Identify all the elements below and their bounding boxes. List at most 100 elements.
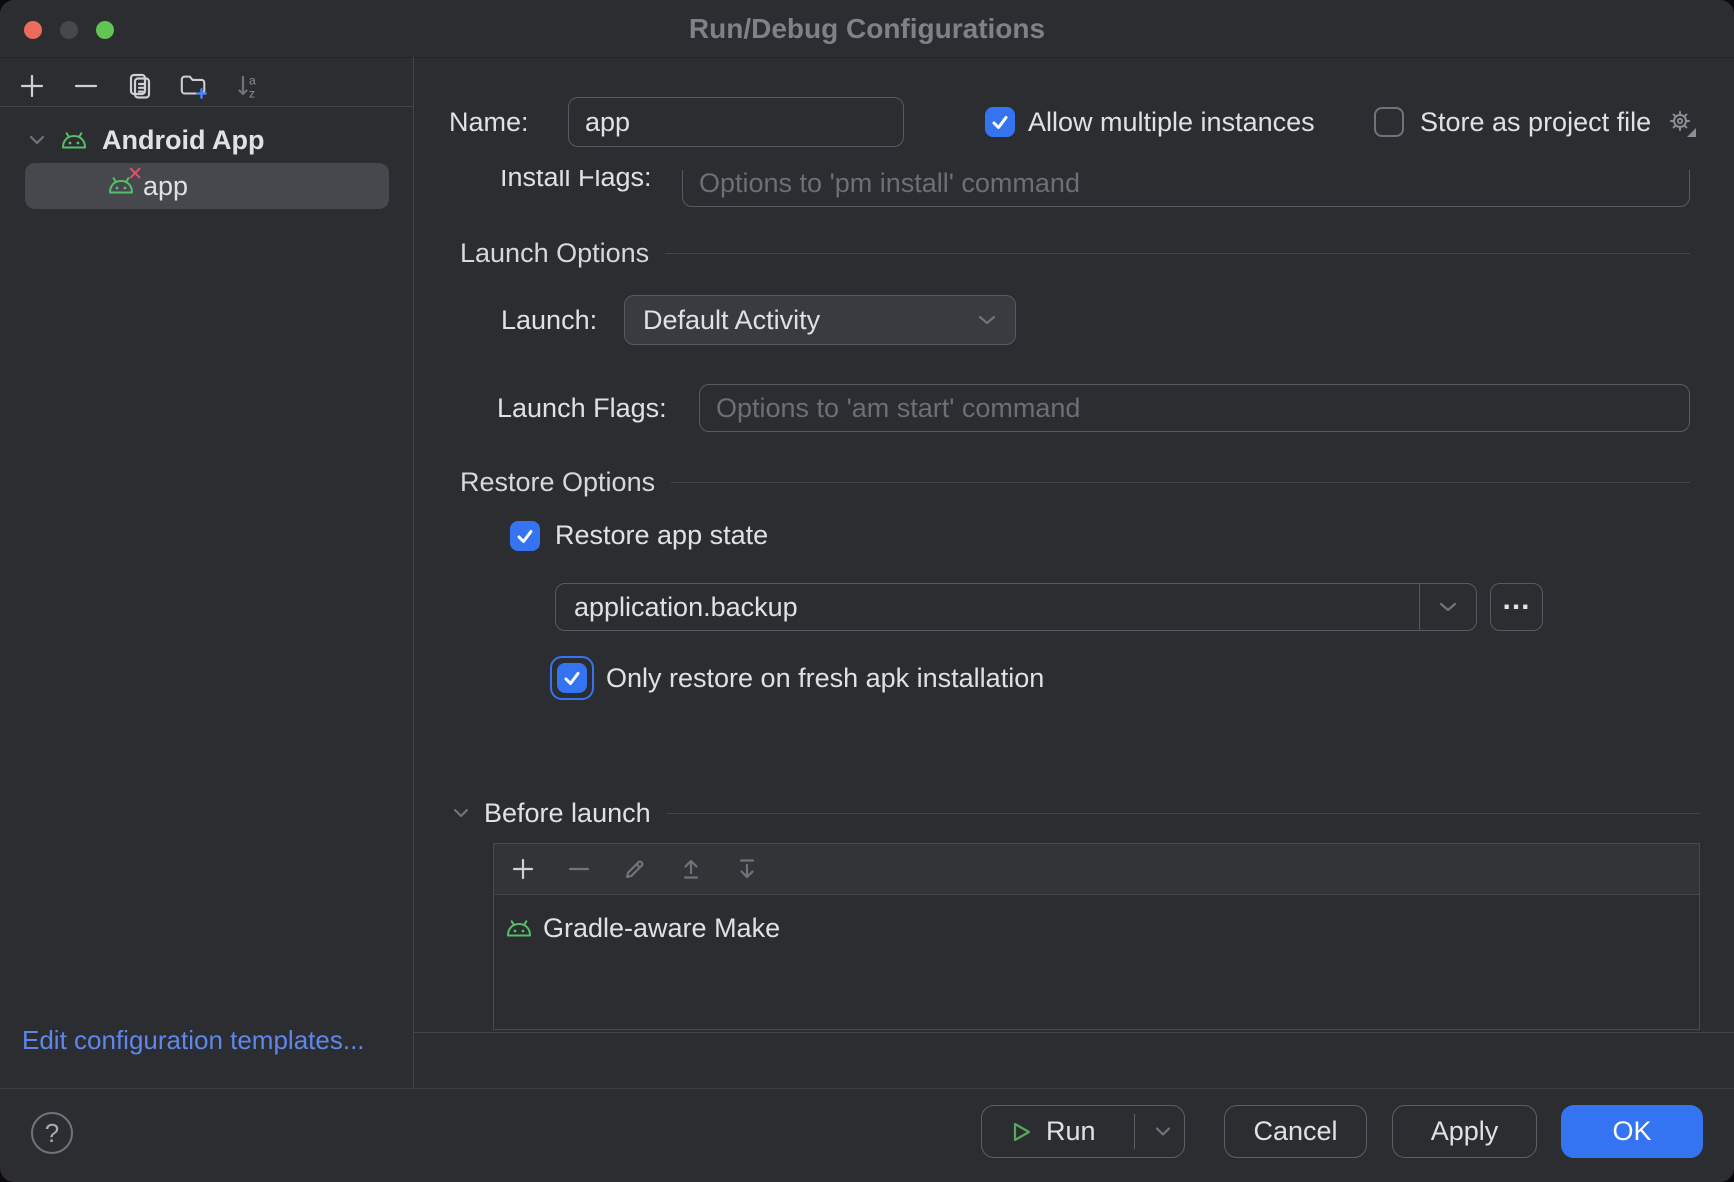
- run-button[interactable]: Run: [981, 1105, 1185, 1158]
- minus-icon: [566, 856, 592, 882]
- move-task-up-button[interactable]: [676, 854, 706, 884]
- help-button[interactable]: ?: [31, 1112, 73, 1154]
- restore-options-header: Restore Options: [460, 467, 655, 498]
- chevron-down-icon: [1438, 601, 1458, 613]
- new-folder-button[interactable]: [179, 71, 209, 101]
- plus-icon: [510, 856, 536, 882]
- window-title: Run/Debug Configurations: [0, 0, 1734, 57]
- store-as-project-file-label[interactable]: Store as project file: [1420, 105, 1651, 139]
- edit-task-button[interactable]: [620, 854, 650, 884]
- svg-text:z: z: [249, 87, 255, 101]
- ok-button-label: OK: [1612, 1116, 1651, 1147]
- check-icon: [516, 529, 534, 544]
- error-badge: ✕: [127, 165, 143, 184]
- name-input[interactable]: [568, 97, 904, 147]
- plus-icon: [18, 72, 46, 100]
- apply-button-label: Apply: [1431, 1116, 1499, 1147]
- before-launch-toolbar: [494, 844, 1699, 895]
- check-icon: [991, 115, 1009, 130]
- launch-dropdown-value: Default Activity: [643, 305, 977, 336]
- before-launch-section-header[interactable]: Before launch: [452, 796, 1700, 830]
- sort-configurations-button[interactable]: a z: [233, 71, 263, 101]
- ellipsis-label: ...: [1502, 583, 1530, 617]
- cancel-button-label: Cancel: [1253, 1116, 1337, 1147]
- form-content: Install Flags: Launch Options Launch: De…: [413, 170, 1734, 1032]
- move-up-icon: [678, 856, 704, 882]
- svg-text:a: a: [249, 74, 256, 88]
- launch-options-section: Launch Options: [460, 236, 1690, 270]
- only-restore-checkbox[interactable]: [557, 663, 587, 693]
- gear-icon: [1666, 107, 1698, 139]
- chevron-down-icon[interactable]: [452, 807, 470, 819]
- before-launch-header-label: Before launch: [484, 798, 651, 829]
- ok-button[interactable]: OK: [1561, 1105, 1703, 1158]
- tree-group-label: Android App: [102, 125, 264, 156]
- tree-group-android-app[interactable]: Android App: [0, 120, 413, 160]
- apply-button[interactable]: Apply: [1392, 1105, 1537, 1158]
- new-folder-icon: [179, 71, 209, 101]
- allow-multiple-instances-checkbox[interactable]: [985, 107, 1015, 137]
- restore-app-state-label[interactable]: Restore app state: [555, 518, 768, 552]
- move-task-down-button[interactable]: [732, 854, 762, 884]
- android-error-icon: ✕: [105, 175, 137, 197]
- configuration-editor: Name: Allow multiple instances Store as …: [413, 57, 1734, 1088]
- minus-icon: [72, 72, 100, 100]
- allow-multiple-instances-label[interactable]: Allow multiple instances: [1028, 105, 1315, 139]
- backup-file-value: application.backup: [556, 592, 1419, 623]
- dialog-footer: ? Run Cancel Apply OK: [0, 1088, 1734, 1182]
- remove-task-button[interactable]: [564, 854, 594, 884]
- tree-item-app[interactable]: ✕ app: [25, 163, 389, 209]
- browse-backup-file-button[interactable]: ...: [1490, 583, 1543, 631]
- configurations-sidebar: a z Android App ✕: [0, 57, 413, 1088]
- add-configuration-button[interactable]: [17, 71, 47, 101]
- install-flags-label: Install Flags:: [500, 170, 652, 194]
- help-label: ?: [45, 1118, 59, 1149]
- edit-configuration-templates-link[interactable]: Edit configuration templates...: [22, 1025, 365, 1056]
- chevron-down-icon: [1154, 1126, 1172, 1137]
- install-flags-input[interactable]: [682, 170, 1690, 207]
- restore-options-section: Restore Options: [460, 465, 1690, 499]
- sidebar-toolbar: a z: [17, 71, 263, 101]
- run-options-dropdown-button[interactable]: [1140, 1106, 1186, 1157]
- pencil-icon: [622, 856, 648, 882]
- form-scroll-area[interactable]: Install Flags: Launch Options Launch: De…: [413, 170, 1734, 1033]
- run-debug-configurations-dialog: Run/Debug Configurations: [0, 0, 1734, 1182]
- section-rule: [671, 482, 1690, 483]
- copy-icon: [126, 72, 154, 100]
- launch-flags-input[interactable]: [699, 384, 1690, 432]
- tree-item-label: app: [143, 171, 188, 202]
- store-as-project-file-checkbox[interactable]: [1374, 107, 1404, 137]
- remove-configuration-button[interactable]: [71, 71, 101, 101]
- cancel-button[interactable]: Cancel: [1224, 1105, 1367, 1158]
- run-button-divider: [1134, 1114, 1135, 1149]
- store-settings-gear-button[interactable]: [1666, 107, 1698, 139]
- section-rule: [665, 253, 1690, 254]
- chevron-down-icon: [977, 314, 997, 326]
- only-restore-label[interactable]: Only restore on fresh apk installation: [606, 661, 1044, 695]
- run-button-label: Run: [1046, 1116, 1096, 1147]
- launch-options-header: Launch Options: [460, 238, 649, 269]
- copy-configuration-button[interactable]: [125, 71, 155, 101]
- chevron-down-icon[interactable]: [28, 134, 46, 146]
- only-restore-focus-ring: [550, 656, 594, 700]
- section-rule: [667, 813, 1700, 814]
- check-icon: [563, 671, 581, 686]
- before-launch-panel: Gradle-aware Make: [493, 843, 1700, 1030]
- name-label: Name:: [449, 105, 529, 139]
- move-down-icon: [734, 856, 760, 882]
- sort-alphabetically-icon: a z: [234, 72, 262, 100]
- launch-flags-label: Launch Flags:: [497, 391, 667, 425]
- backup-file-combobox[interactable]: application.backup: [555, 583, 1477, 631]
- launch-dropdown[interactable]: Default Activity: [624, 295, 1016, 345]
- sidebar-toolbar-divider: [0, 106, 413, 107]
- launch-label: Launch:: [501, 303, 597, 337]
- play-icon: [1012, 1121, 1032, 1143]
- combobox-dropdown-button[interactable]: [1419, 584, 1476, 630]
- android-icon: [58, 130, 90, 150]
- add-task-button[interactable]: [508, 854, 538, 884]
- titlebar: Run/Debug Configurations: [0, 0, 1734, 58]
- android-icon: [503, 918, 535, 938]
- before-launch-task-row[interactable]: Gradle-aware Make: [494, 906, 1699, 950]
- restore-app-state-checkbox[interactable]: [510, 521, 540, 551]
- before-launch-task-label: Gradle-aware Make: [543, 913, 780, 944]
